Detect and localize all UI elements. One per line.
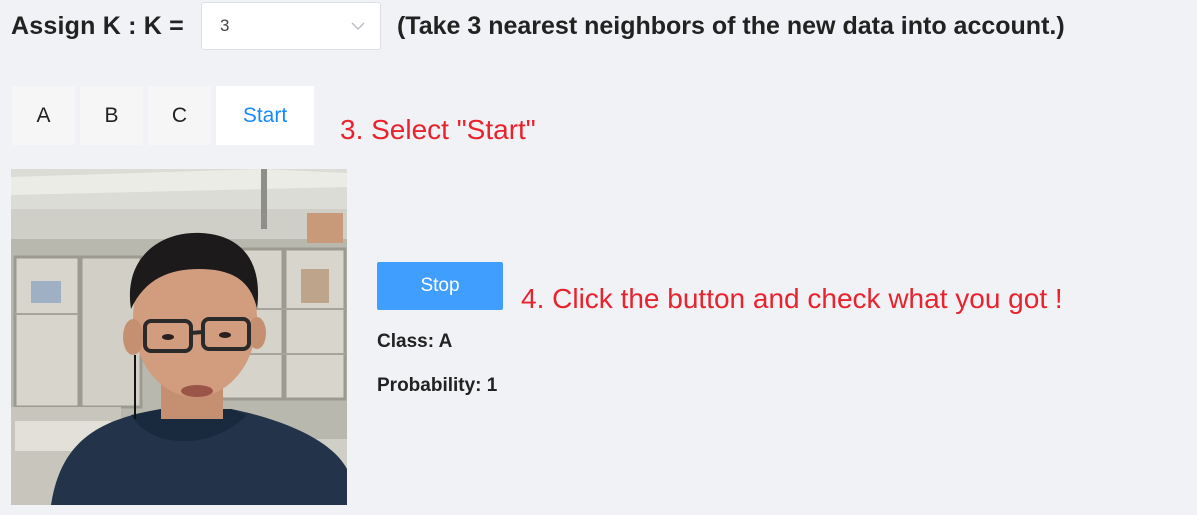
step3-annotation: 3. Select "Start" [340,114,536,145]
class-button-group: A B C Start [12,86,319,145]
chevron-down-icon [351,22,365,30]
class-b-button[interactable]: B [80,86,143,145]
start-button[interactable]: Start [216,86,314,145]
k-setting-row: Assign K : K = 3 (Take 3 nearest neighbo… [11,2,1065,50]
k-select-value: 3 [219,16,230,35]
class-a-button[interactable]: A [12,86,75,145]
result-class: Class: A [377,331,453,352]
k-select[interactable]: 3 [200,2,381,50]
result-probability: Probability: 1 [377,375,498,396]
class-c-button[interactable]: C [148,86,211,145]
k-label: Assign K : K = [11,11,184,40]
webcam-image [11,169,347,505]
stop-button[interactable]: Stop [377,262,503,310]
step4-annotation: 4. Click the button and check what you g… [521,283,1063,314]
webcam-feed [11,169,347,505]
k-hint: (Take 3 nearest neighbors of the new dat… [396,11,1065,40]
